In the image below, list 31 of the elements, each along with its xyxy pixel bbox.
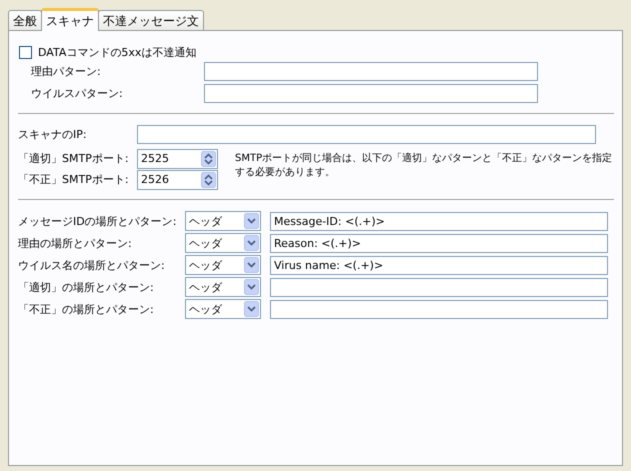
input-field[interactable] — [270, 300, 608, 318]
input-field[interactable]: Message-ID: <(.+)> — [270, 212, 608, 230]
dropdown[interactable]: ヘッダ — [185, 255, 261, 275]
field-label: 理由の場所とパターン: — [18, 236, 133, 250]
dropdown[interactable]: ヘッダ — [185, 233, 261, 253]
field-label: 「不正」SMTPポート: — [18, 172, 130, 187]
tab[interactable]: 不達メッセージ文 — [98, 10, 204, 30]
field-label: ウイルス名の場所とパターン: — [18, 258, 166, 272]
dropdown[interactable]: ヘッダ — [185, 277, 261, 297]
dropdown[interactable]: ヘッダ — [185, 299, 261, 319]
dropdown[interactable]: ヘッダ — [185, 211, 261, 231]
input-field[interactable] — [270, 278, 608, 296]
tab[interactable]: スキャナ — [41, 8, 99, 31]
field-label: 「不正」の場所とパターン: — [18, 302, 155, 316]
field-label: 「適切」の場所とパターン: — [18, 280, 155, 294]
field-label: 「適切」SMTPポート: — [18, 151, 130, 166]
input-field[interactable]: Virus name: <(.+)> — [270, 256, 608, 274]
checkbox[interactable] — [19, 46, 32, 58]
field-label: スキャナのIP: — [18, 126, 88, 142]
input-field[interactable] — [204, 84, 538, 102]
input-field[interactable]: Reason: <(.+)> — [270, 234, 608, 252]
input-field[interactable] — [137, 124, 596, 144]
input-field[interactable] — [204, 62, 538, 80]
field-label: メッセージIDの場所とパターン: — [18, 214, 178, 228]
spinner-arrows-icon[interactable] — [201, 172, 216, 188]
tab[interactable]: 全般 — [8, 10, 42, 30]
note-text: SMTPポートが同じ場合は、以下の「適切」なパターンと「不正」なパターンを指定する必要があります。 — [235, 152, 614, 180]
field-label: 理由パターン: — [31, 64, 102, 78]
field-label: ウイルスパターン: — [31, 86, 124, 100]
checkbox-label: DATAコマンドの5xxは不達通知 — [38, 44, 196, 60]
spinner-arrows-icon[interactable] — [201, 150, 216, 166]
